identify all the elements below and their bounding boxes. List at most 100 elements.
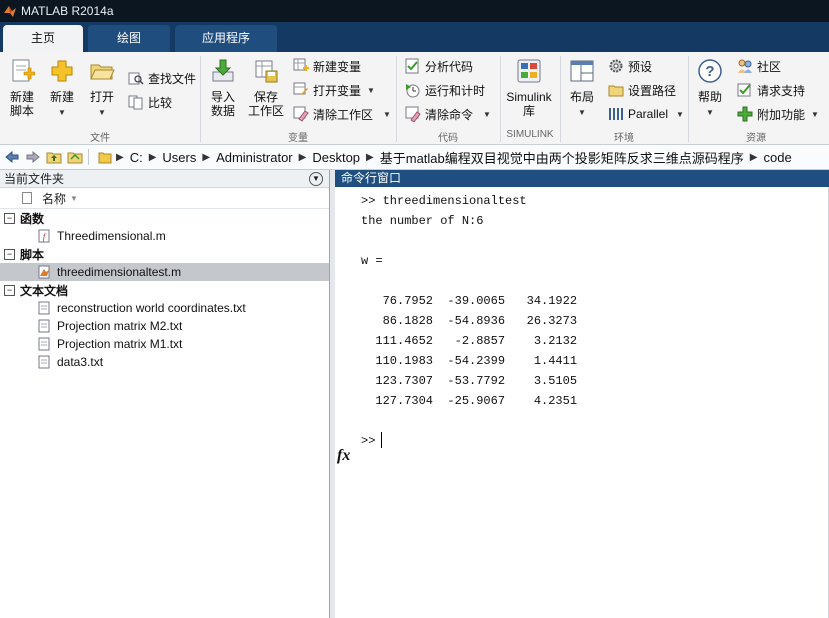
- command-prompt: >>: [361, 434, 376, 448]
- gear-icon: [609, 59, 623, 73]
- output-line: w =: [361, 254, 383, 268]
- clear-commands-button[interactable]: 清除命令 ▼: [405, 104, 491, 124]
- text-file-icon: [38, 355, 50, 369]
- file-item[interactable]: threedimensionaltest.m: [0, 263, 329, 281]
- output-line: >> threedimensionaltest: [361, 194, 527, 208]
- breadcrumb-desktop[interactable]: Desktop: [312, 150, 360, 165]
- file-item[interactable]: reconstruction world coordinates.txt: [0, 299, 329, 317]
- file-name: Projection matrix M2.txt: [57, 319, 183, 333]
- matrix-row: 127.7304 -25.9067 4.2351: [361, 394, 578, 408]
- request-support-button[interactable]: 请求支持: [737, 80, 805, 100]
- section-scripts[interactable]: − 脚本: [0, 245, 329, 263]
- preferences-button[interactable]: 预设: [608, 56, 652, 76]
- file-item[interactable]: data3.txt: [0, 353, 329, 371]
- tab-plots[interactable]: 绘图: [88, 25, 170, 52]
- simulink-library-icon: [517, 59, 541, 83]
- open-label: 打开: [89, 90, 114, 104]
- breadcrumb-drive[interactable]: C:: [130, 150, 143, 165]
- breadcrumb-separator: ▶: [366, 151, 374, 163]
- parallel-label: Parallel: [628, 107, 669, 121]
- section-label: 函数: [20, 211, 45, 226]
- import-data-icon: [212, 59, 234, 82]
- matrix-row: 76.7952 -39.0065 34.1922: [361, 294, 578, 308]
- analyze-code-icon: [405, 58, 419, 74]
- compare-icon: [128, 95, 143, 110]
- help-icon: ?: [698, 59, 722, 83]
- command-window-header: 命令行窗口: [335, 170, 829, 187]
- parallel-button[interactable]: Parallel ▼: [608, 104, 684, 124]
- section-text-documents[interactable]: − 文本文档: [0, 281, 329, 299]
- import-data-label: 导入 数据: [210, 90, 235, 118]
- section-functions[interactable]: − 函数: [0, 209, 329, 227]
- find-files-icon: [128, 72, 144, 85]
- folder-open-icon: [90, 64, 115, 80]
- simulink-group-label: SIMULINK: [506, 129, 554, 140]
- find-files-button[interactable]: 查找文件: [128, 68, 196, 88]
- import-data-button[interactable]: 导入 数据: [205, 58, 241, 118]
- community-button[interactable]: 社区: [737, 56, 781, 76]
- save-workspace-button[interactable]: 保存 工作区: [247, 58, 285, 118]
- chevron-down-icon: ▼: [58, 108, 66, 117]
- parallel-icon: [609, 108, 623, 120]
- breadcrumb-project-folder[interactable]: 基于matlab编程双目视觉中由两个投影矩阵反求三维点源码程序: [380, 148, 744, 167]
- file-item[interactable]: f Threedimensional.m: [0, 227, 329, 245]
- new-button[interactable]: 新建 ▼: [44, 58, 80, 120]
- save-workspace-icon: [255, 60, 278, 83]
- breadcrumb-separator: ▶: [298, 151, 307, 163]
- file-name: Threedimensional.m: [57, 229, 166, 243]
- compare-label: 比较: [148, 95, 173, 110]
- chevron-down-icon: ▼: [98, 108, 106, 117]
- new-script-label: 新建 脚本: [9, 90, 34, 118]
- tab-apps[interactable]: 应用程序: [175, 25, 277, 52]
- chevron-down-icon: ▼: [367, 85, 375, 95]
- current-folder-panel: 当前文件夹 ▼ 名称 ▼ − 函数 f Threedimensional.m −…: [0, 170, 330, 618]
- sort-arrow-icon: ▼: [70, 193, 78, 203]
- chevron-down-icon: ▼: [676, 109, 684, 119]
- new-script-button[interactable]: 新建 脚本: [4, 58, 40, 118]
- back-arrow-icon[interactable]: [3, 148, 21, 166]
- svg-text:?: ?: [705, 63, 714, 80]
- section-label: 文本文档: [20, 283, 69, 298]
- run-and-time-button[interactable]: 运行和计时: [405, 80, 485, 100]
- browse-folder-icon[interactable]: [66, 148, 84, 166]
- breadcrumb-users[interactable]: Users: [162, 150, 196, 165]
- command-window[interactable]: 命令行窗口 fx >> threedimensionaltest the num…: [335, 170, 829, 618]
- matlab-logo-icon: [4, 6, 16, 17]
- collapse-icon[interactable]: −: [4, 248, 15, 260]
- file-name: threedimensionaltest.m: [57, 265, 182, 279]
- breadcrumb-code[interactable]: code: [763, 150, 791, 165]
- collapse-icon[interactable]: −: [4, 212, 15, 224]
- up-folder-icon[interactable]: [45, 148, 63, 166]
- output-line: the number of N:6: [361, 214, 484, 228]
- new-variable-button[interactable]: 新建变量: [293, 56, 361, 76]
- text-file-icon: [38, 301, 50, 315]
- layout-icon: [570, 60, 594, 82]
- add-ons-button[interactable]: 附加功能 ▼: [737, 104, 819, 124]
- name-column-header[interactable]: 名称 ▼: [0, 188, 329, 209]
- collapse-icon[interactable]: −: [4, 284, 15, 296]
- breadcrumb-separator: ▶: [148, 151, 157, 163]
- panel-actions-icon[interactable]: ▼: [309, 171, 323, 186]
- file-item[interactable]: Projection matrix M1.txt: [0, 335, 329, 353]
- fx-function-browser-icon[interactable]: fx: [337, 447, 350, 465]
- breadcrumb-administrator[interactable]: Administrator: [216, 150, 293, 165]
- file-item[interactable]: Projection matrix M2.txt: [0, 317, 329, 335]
- help-button[interactable]: ? 帮助 ▼: [692, 58, 728, 120]
- set-path-button[interactable]: 设置路径: [608, 80, 676, 100]
- compare-button[interactable]: 比较: [128, 92, 172, 112]
- simulink-library-button[interactable]: Simulink 库: [504, 58, 554, 118]
- new-variable-label: 新建变量: [313, 59, 362, 74]
- community-icon: [738, 59, 752, 73]
- open-button[interactable]: 打开 ▼: [84, 58, 120, 120]
- chevron-down-icon: ▼: [578, 108, 586, 117]
- tab-home[interactable]: 主页: [3, 25, 83, 52]
- clear-workspace-icon: [293, 106, 309, 122]
- open-variable-button[interactable]: 打开变量 ▼: [293, 80, 375, 100]
- set-path-label: 设置路径: [628, 83, 677, 98]
- text-cursor[interactable]: [381, 432, 382, 448]
- save-workspace-label: 保存 工作区: [247, 90, 284, 118]
- analyze-code-button[interactable]: 分析代码: [405, 56, 473, 76]
- layout-button[interactable]: 布局 ▼: [564, 58, 600, 120]
- clear-workspace-button[interactable]: 清除工作区 ▼: [293, 104, 391, 124]
- forward-arrow-icon[interactable]: [24, 148, 42, 166]
